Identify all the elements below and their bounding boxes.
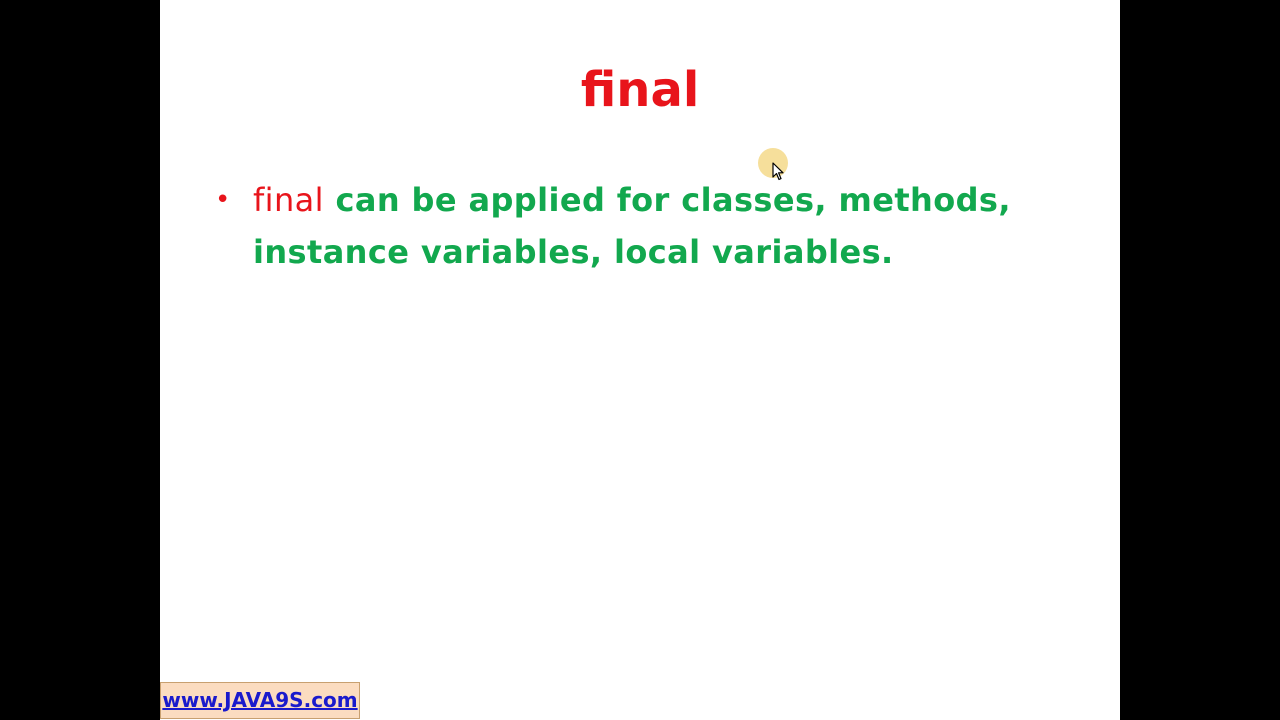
presentation-slide: final • final can be applied for classes… — [160, 0, 1120, 720]
bullet-keyword: final — [253, 181, 324, 219]
video-frame: final • final can be applied for classes… — [0, 0, 1280, 720]
slide-title: final — [580, 62, 700, 118]
mouse-pointer — [758, 148, 792, 182]
bullet-dot-icon: • — [215, 185, 231, 215]
bullet-item: • final can be applied for classes, meth… — [215, 174, 1075, 278]
bullet-description: can be applied for classes, methods, ins… — [253, 181, 1011, 271]
mouse-pointer-icon — [772, 162, 784, 181]
java9s-website-link[interactable]: www.JAVA9S.com — [160, 682, 360, 719]
bullet-list: • final can be applied for classes, meth… — [215, 174, 1075, 278]
